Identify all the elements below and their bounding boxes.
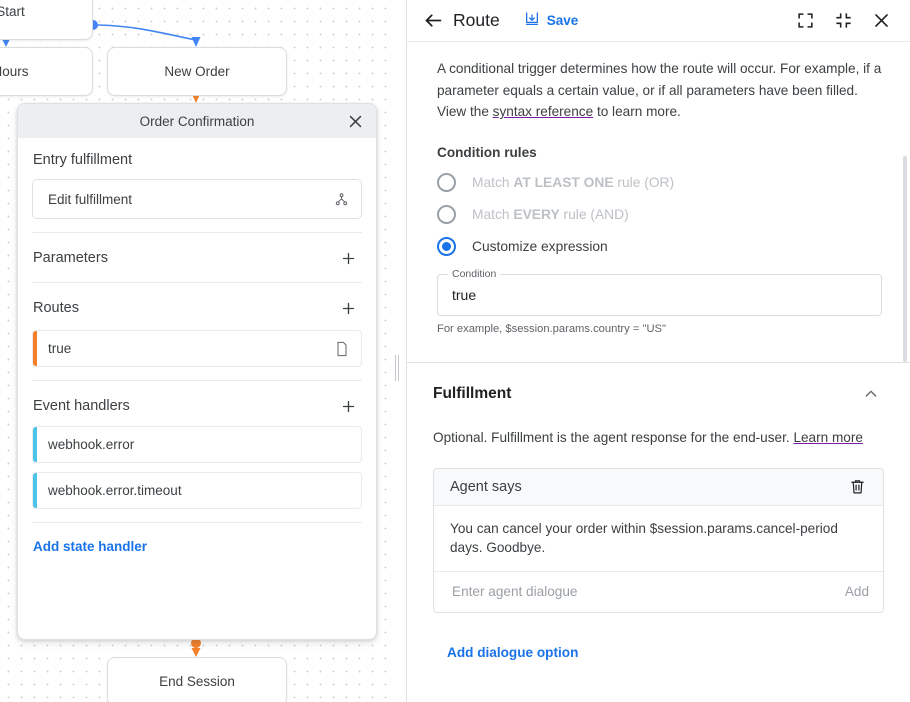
radio-icon-selected xyxy=(437,237,456,256)
route-item-label: true xyxy=(48,341,335,356)
agent-dialogue-input[interactable] xyxy=(450,583,833,600)
chevron-up-icon[interactable] xyxy=(858,381,884,407)
agent-says-header: Agent says xyxy=(434,469,883,506)
section-entry-fulfillment: Entry fulfillment Edit fulfillment xyxy=(32,138,362,233)
section-header: Entry fulfillment xyxy=(32,152,362,168)
close-icon[interactable] xyxy=(866,6,896,36)
account-tree-icon xyxy=(334,192,349,207)
edit-fulfillment-label: Edit fulfillment xyxy=(48,192,334,207)
section-title: Event handlers xyxy=(33,398,130,414)
page-title: Order Confirmation xyxy=(140,114,255,129)
section-routes: Routes true xyxy=(32,283,362,381)
panel-resize-handle[interactable] xyxy=(392,355,402,381)
add-parameter-button[interactable] xyxy=(337,247,359,269)
radio-label: Customize expression xyxy=(472,239,608,254)
radio-option-customize-expression[interactable]: Customize expression xyxy=(437,237,882,256)
agent-dialogue-input-row: Add xyxy=(434,572,883,612)
intro-text-after: to learn more. xyxy=(593,104,681,119)
flow-node-start[interactable]: Start xyxy=(0,0,93,40)
event-handler-list: webhook.error webhook.error.timeout xyxy=(32,426,362,509)
page-card-body: Entry fulfillment Edit fulfillment xyxy=(18,138,376,639)
save-icon xyxy=(524,11,540,30)
radio-label: Match EVERY rule (AND) xyxy=(472,207,629,222)
event-color-bar xyxy=(33,473,37,508)
add-event-handler-button[interactable] xyxy=(337,395,359,417)
flow-node-label: Hours xyxy=(0,64,29,79)
route-editor-panel: Route Save xyxy=(406,0,910,702)
flow-node-label: New Order xyxy=(164,64,229,79)
panel-toolbar: Route Save xyxy=(407,0,910,42)
condition-input-value: true xyxy=(452,287,476,303)
flow-node-new-order[interactable]: New Order xyxy=(107,47,287,96)
fulfillment-section: Fulfillment Optional. Fulfillment is the… xyxy=(407,363,910,702)
section-event-handlers: Event handlers webhook.error xyxy=(32,381,362,523)
agent-says-card: Agent says You can cancel your order wit… xyxy=(433,468,884,613)
flow-node-label: Start xyxy=(0,4,25,19)
syntax-reference-link[interactable]: syntax reference xyxy=(493,104,594,119)
close-icon[interactable] xyxy=(344,110,366,132)
page-icon xyxy=(335,341,349,357)
trash-icon[interactable] xyxy=(845,475,869,499)
fulfillment-description: Optional. Fulfillment is the agent respo… xyxy=(433,427,884,449)
resize-grip-line xyxy=(398,355,399,381)
save-button[interactable]: Save xyxy=(524,11,579,30)
add-state-handler-link[interactable]: Add state handler xyxy=(32,523,362,554)
expand-icon[interactable] xyxy=(790,6,820,36)
section-header: Event handlers xyxy=(32,395,362,417)
radio-icon xyxy=(437,173,456,192)
section-title: Parameters xyxy=(33,250,108,266)
route-item-true[interactable]: true xyxy=(32,330,362,367)
event-handler-item[interactable]: webhook.error xyxy=(32,426,362,463)
condition-helper-text: For example, $session.params.country = "… xyxy=(437,323,882,335)
page-detail-card: Order Confirmation Entry fulfillment Edi… xyxy=(17,103,377,640)
add-dialogue-button[interactable]: Add xyxy=(833,584,869,599)
route-color-bar xyxy=(33,331,37,366)
flow-node-end-session[interactable]: End Session xyxy=(107,657,287,702)
add-route-button[interactable] xyxy=(337,297,359,319)
fulfillment-header: Fulfillment xyxy=(433,363,884,407)
condition-field-legend: Condition xyxy=(448,268,500,280)
radio-option-match-every[interactable]: Match EVERY rule (AND) xyxy=(437,205,882,224)
flow-canvas[interactable]: Start Hours New Order End Session Order … xyxy=(0,0,393,702)
section-parameters: Parameters xyxy=(32,233,362,283)
flow-node-label: End Session xyxy=(159,674,235,689)
event-handler-label: webhook.error.timeout xyxy=(48,483,349,498)
condition-section-scrollbar[interactable] xyxy=(903,156,907,362)
flow-node-hours[interactable]: Hours xyxy=(0,47,93,96)
condition-section: A conditional trigger determines how the… xyxy=(407,42,910,363)
section-header: Routes xyxy=(32,297,362,319)
intro-text: A conditional trigger determines how the… xyxy=(437,58,882,123)
agent-dialogue-value[interactable]: You can cancel your order within $sessio… xyxy=(434,506,883,572)
radio-option-match-at-least-one[interactable]: Match AT LEAST ONE rule (OR) xyxy=(437,173,882,192)
condition-rules-heading: Condition rules xyxy=(437,145,882,160)
learn-more-link[interactable]: Learn more xyxy=(793,430,863,445)
arrow-back-icon[interactable] xyxy=(419,7,447,35)
radio-icon xyxy=(437,205,456,224)
edit-fulfillment-button[interactable]: Edit fulfillment xyxy=(32,179,362,219)
fulfillment-description-text: Optional. Fulfillment is the agent respo… xyxy=(433,430,793,445)
condition-input-field[interactable]: Condition true xyxy=(437,274,882,316)
section-title: Entry fulfillment xyxy=(33,152,132,168)
panel-title: Route xyxy=(453,10,500,31)
event-handler-item[interactable]: webhook.error.timeout xyxy=(32,472,362,509)
resize-grip-line xyxy=(395,355,396,381)
radio-label: Match AT LEAST ONE rule (OR) xyxy=(472,175,674,190)
save-label: Save xyxy=(547,13,579,28)
section-title: Routes xyxy=(33,300,79,316)
fulfillment-title: Fulfillment xyxy=(433,385,511,403)
event-handler-label: webhook.error xyxy=(48,437,349,452)
app-root: Start Hours New Order End Session Order … xyxy=(0,0,910,702)
section-header: Parameters xyxy=(32,247,362,269)
event-color-bar xyxy=(33,427,37,462)
add-dialogue-option-link[interactable]: Add dialogue option xyxy=(447,645,578,660)
page-card-header: Order Confirmation xyxy=(18,104,376,138)
collapse-icon[interactable] xyxy=(828,6,858,36)
agent-says-label: Agent says xyxy=(450,479,522,495)
